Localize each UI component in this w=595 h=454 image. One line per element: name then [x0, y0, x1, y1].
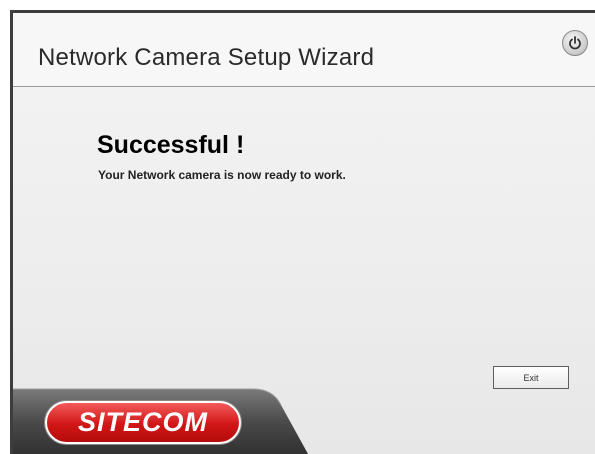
wizard-title: Network Camera Setup Wizard [38, 44, 375, 71]
success-headline: Successful ! [97, 131, 245, 159]
sitecom-logo: SITECOM [45, 401, 241, 444]
header-divider [13, 86, 595, 87]
power-icon [569, 36, 581, 50]
exit-button[interactable]: Exit [493, 366, 569, 389]
power-button[interactable] [562, 30, 588, 56]
header-bar: Network Camera Setup Wizard [13, 13, 595, 86]
success-message: Your Network camera is now ready to work… [98, 168, 346, 182]
setup-wizard-window: Network Camera Setup Wizard Successful !… [10, 10, 595, 454]
logo-text: SITECOM [77, 407, 208, 437]
